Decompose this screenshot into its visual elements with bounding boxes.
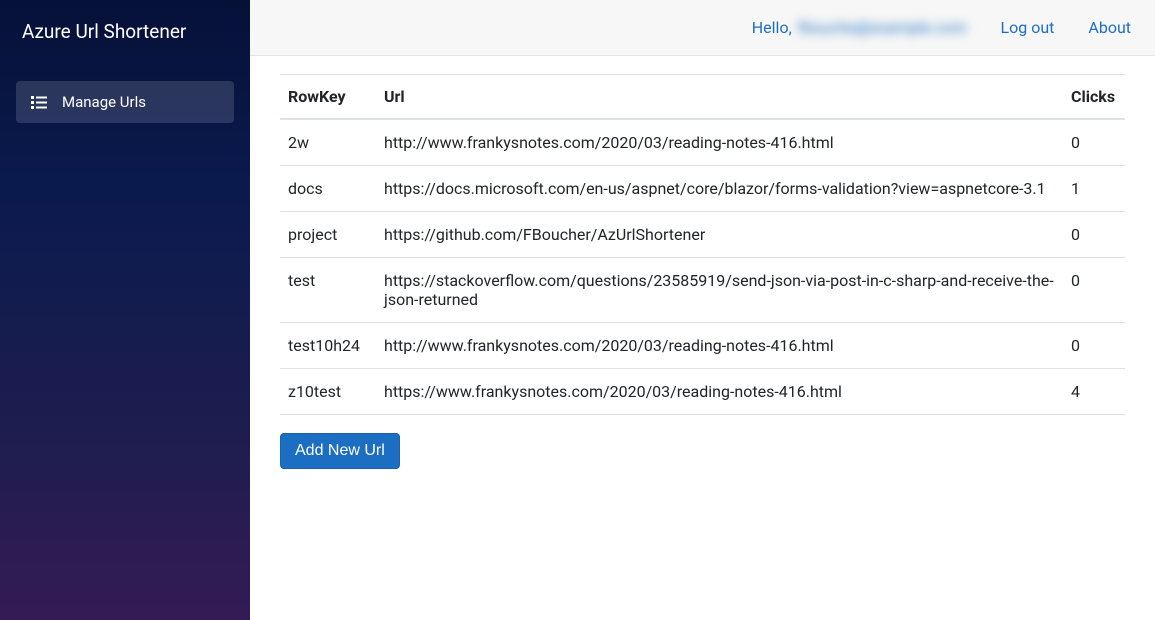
cell-rowkey: project <box>280 212 376 258</box>
table-row: z10test https://www.frankysnotes.com/202… <box>280 369 1125 415</box>
cell-url: https://www.frankysnotes.com/2020/03/rea… <box>376 369 1063 415</box>
about-link[interactable]: About <box>1088 18 1131 37</box>
cell-url: http://www.frankysnotes.com/2020/03/read… <box>376 119 1063 166</box>
cell-clicks: 0 <box>1063 323 1125 369</box>
list-icon <box>30 93 48 111</box>
cell-rowkey: z10test <box>280 369 376 415</box>
cell-rowkey: test10h24 <box>280 323 376 369</box>
sidebar-nav: Manage Urls <box>0 63 250 123</box>
greeting-prefix: Hello, <box>752 18 792 37</box>
table-row: docs https://docs.microsoft.com/en-us/as… <box>280 166 1125 212</box>
sidebar-item-manage-urls[interactable]: Manage Urls <box>16 81 234 123</box>
add-new-url-button[interactable]: Add New Url <box>280 433 400 469</box>
cell-rowkey: docs <box>280 166 376 212</box>
cell-url: https://docs.microsoft.com/en-us/aspnet/… <box>376 166 1063 212</box>
cell-rowkey: 2w <box>280 119 376 166</box>
user-greeting-link[interactable]: Hello, fbouche@example.com <box>752 18 967 37</box>
sidebar-brand[interactable]: Azure Url Shortener <box>0 0 250 63</box>
cell-clicks: 0 <box>1063 119 1125 166</box>
cell-url: http://www.frankysnotes.com/2020/03/read… <box>376 323 1063 369</box>
table-row: test10h24 http://www.frankysnotes.com/20… <box>280 323 1125 369</box>
table-row: 2w http://www.frankysnotes.com/2020/03/r… <box>280 119 1125 166</box>
main: Hello, fbouche@example.com Log out About… <box>250 0 1155 620</box>
col-header-rowkey: RowKey <box>280 75 376 120</box>
cell-clicks: 0 <box>1063 258 1125 323</box>
sidebar: Azure Url Shortener Manage Urls <box>0 0 250 620</box>
sidebar-brand-text: Azure Url Shortener <box>22 20 186 43</box>
topbar: Hello, fbouche@example.com Log out About <box>250 0 1155 56</box>
cell-url: https://stackoverflow.com/questions/2358… <box>376 258 1063 323</box>
content: RowKey Url Clicks 2w http://www.frankysn… <box>250 56 1155 487</box>
cell-rowkey: test <box>280 258 376 323</box>
urls-table: RowKey Url Clicks 2w http://www.frankysn… <box>280 74 1125 415</box>
cell-clicks: 0 <box>1063 212 1125 258</box>
table-row: project https://github.com/FBoucher/AzUr… <box>280 212 1125 258</box>
cell-clicks: 1 <box>1063 166 1125 212</box>
table-row: test https://stackoverflow.com/questions… <box>280 258 1125 323</box>
table-header-row: RowKey Url Clicks <box>280 75 1125 120</box>
cell-url: https://github.com/FBoucher/AzUrlShorten… <box>376 212 1063 258</box>
col-header-clicks: Clicks <box>1063 75 1125 120</box>
logout-link[interactable]: Log out <box>1001 18 1055 37</box>
cell-clicks: 4 <box>1063 369 1125 415</box>
sidebar-item-label: Manage Urls <box>62 93 146 111</box>
greeting-user: fbouche@example.com <box>798 18 967 37</box>
col-header-url: Url <box>376 75 1063 120</box>
